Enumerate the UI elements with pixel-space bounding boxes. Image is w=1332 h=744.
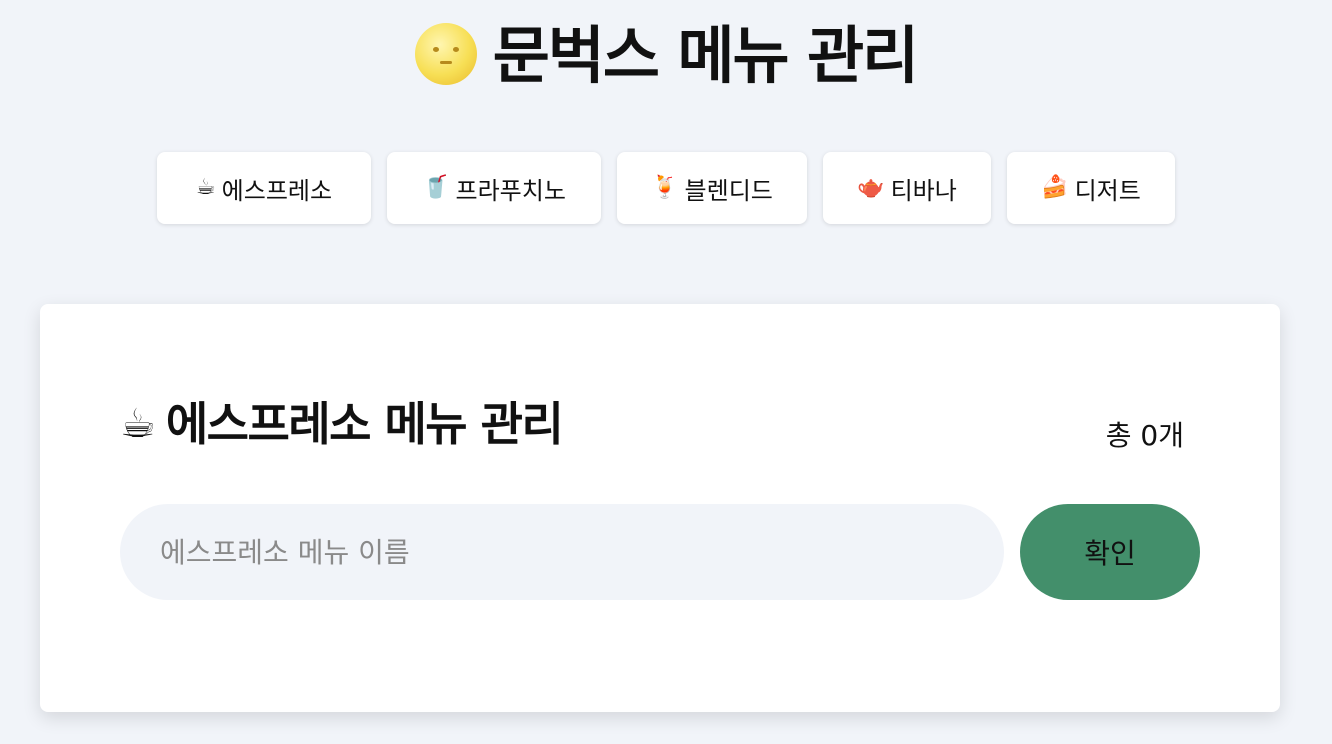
section-title: ☕ 에스프레소 메뉴 관리: [120, 394, 564, 454]
menu-name-input[interactable]: [120, 504, 1004, 600]
teapot-icon: 🫖: [857, 175, 885, 200]
full-moon-face-icon: [414, 23, 477, 85]
category-button-frappuccino[interactable]: 🥤 프라푸치노: [387, 152, 601, 224]
section-title-text: 에스프레소 메뉴 관리: [165, 397, 564, 451]
category-button-teavana[interactable]: 🫖 티바나: [823, 152, 991, 224]
category-button-label: 에스프레소: [221, 176, 333, 205]
category-button-label: 티바나: [890, 176, 957, 205]
category-button-label: 프라푸치노: [455, 176, 566, 205]
category-button-dessert[interactable]: 🍰 디저트: [1007, 152, 1175, 224]
category-button-espresso[interactable]: ☕ 에스프레소: [157, 152, 371, 224]
submit-button[interactable]: 확인: [1020, 504, 1200, 600]
menu-management-card: ☕ 에스프레소 메뉴 관리 총 0개 확인: [40, 304, 1280, 712]
shortcake-icon: 🍰: [1041, 175, 1069, 200]
cup-with-straw-icon: 🥤: [422, 175, 450, 200]
category-button-label: 디저트: [1074, 176, 1141, 205]
hot-coffee-icon: ☕: [120, 401, 156, 447]
category-button-blended[interactable]: 🍹 블렌디드: [617, 152, 807, 224]
category-button-label: 블렌디드: [684, 176, 773, 205]
hot-coffee-icon: ☕: [195, 175, 216, 200]
menu-count: 총 0개: [1105, 419, 1184, 452]
page-title: 문벅스 메뉴 관리: [414, 16, 919, 96]
page-title-text: 문벅스 메뉴 관리: [492, 19, 919, 92]
tropical-drink-icon: 🍹: [651, 175, 679, 200]
page-header: 문벅스 메뉴 관리: [0, 16, 1332, 96]
category-nav: ☕ 에스프레소 🥤 프라푸치노 🍹 블렌디드 🫖 티바나 🍰 디저트: [0, 152, 1332, 224]
